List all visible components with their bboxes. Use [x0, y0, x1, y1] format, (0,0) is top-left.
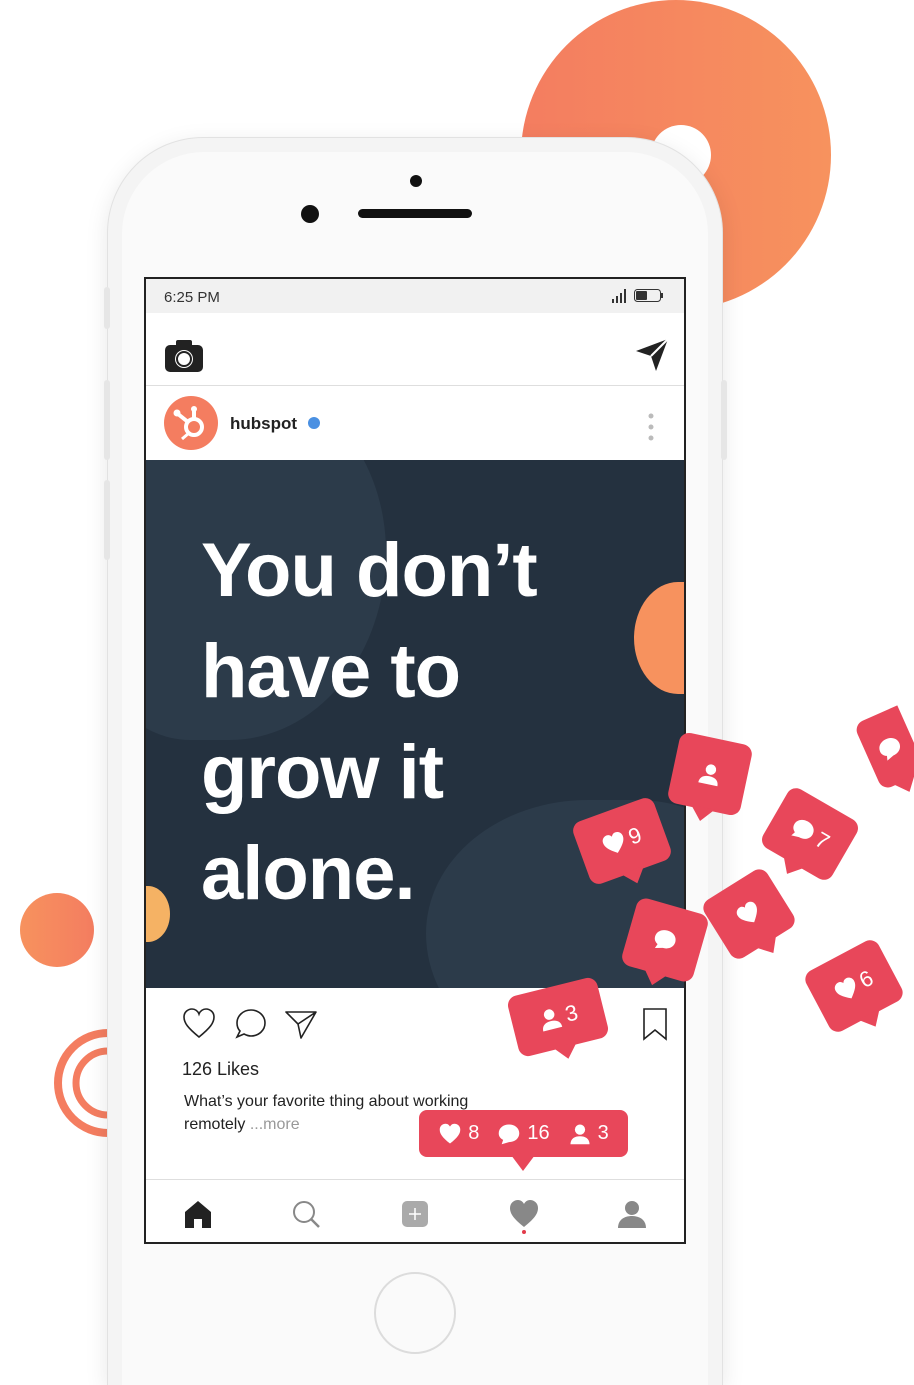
home-icon[interactable]	[182, 1198, 214, 1230]
headline-line: grow it	[201, 730, 444, 815]
signal-icon	[612, 289, 626, 303]
volume-up-button	[104, 380, 110, 460]
like-heart-icon[interactable]	[182, 1007, 216, 1041]
status-bar: 6:25 PM	[146, 279, 684, 313]
avatar[interactable]	[164, 396, 218, 450]
post-image[interactable]: You don’t have to grow it alone.	[146, 460, 684, 988]
caption-more-link[interactable]: ...more	[250, 1116, 300, 1133]
summary-comments-count: 16	[527, 1122, 550, 1144]
summary-likes: 8	[438, 1122, 479, 1145]
share-send-icon[interactable]	[284, 1007, 318, 1041]
activity-indicator-dot	[522, 1230, 526, 1234]
comment-bubble-icon	[879, 738, 901, 761]
summary-likes-count: 8	[468, 1122, 480, 1144]
volume-down-button	[104, 480, 110, 560]
proximity-sensor	[301, 205, 319, 223]
profile-icon[interactable]	[616, 1198, 648, 1230]
comment-icon[interactable]	[234, 1007, 268, 1041]
post-headline: You don’t have to grow it alone.	[201, 520, 641, 924]
earpiece-speaker	[358, 209, 472, 218]
home-button[interactable]	[374, 1272, 456, 1354]
summary-followers-count: 3	[597, 1122, 609, 1144]
comments-notification-bubble: 7	[758, 784, 862, 884]
likes-count[interactable]: 126 Likes	[182, 1059, 259, 1080]
add-post-icon[interactable]	[399, 1198, 431, 1230]
user-icon	[698, 764, 718, 787]
comment-bubble-icon	[654, 930, 676, 949]
app-top-bar	[146, 313, 684, 386]
heart-icon	[439, 1123, 461, 1144]
likes-notification-bubble-6: 6	[801, 936, 907, 1036]
activity-summary-bubble[interactable]: 8 16 3	[419, 1110, 628, 1171]
activity-heart-icon[interactable]	[508, 1198, 540, 1230]
partial-notification-bubble	[853, 705, 914, 791]
follower-notification-bubble	[666, 731, 754, 817]
followers-count-badge: 3	[562, 999, 581, 1027]
summary-followers: 3	[568, 1122, 609, 1145]
heart-icon	[602, 832, 624, 853]
app-screen: 6:25 PM hubspot You don’t have to grow i…	[144, 277, 686, 1244]
summary-comments: 16	[497, 1122, 550, 1145]
power-button	[721, 380, 727, 460]
hubspot-logo-icon	[173, 406, 204, 441]
status-time: 6:25 PM	[164, 289, 220, 306]
camera-icon[interactable]	[164, 339, 204, 373]
search-icon[interactable]	[290, 1198, 322, 1230]
mute-switch	[104, 287, 110, 329]
battery-icon	[634, 289, 663, 302]
bookmark-icon[interactable]	[638, 1007, 672, 1041]
post-username[interactable]: hubspot	[230, 414, 297, 434]
more-options-icon[interactable]	[644, 412, 658, 442]
user-icon	[570, 1123, 590, 1144]
verified-badge-icon	[308, 417, 320, 429]
headline-line: have to	[201, 629, 461, 714]
user-icon	[542, 1009, 563, 1032]
headline-line: You don’t	[201, 528, 538, 613]
front-camera	[410, 175, 422, 187]
post-header: hubspot	[146, 386, 684, 460]
comment-bubble-icon	[499, 1123, 520, 1144]
direct-message-icon[interactable]	[634, 337, 670, 373]
heart-icon	[736, 901, 757, 923]
decorative-small-circle	[20, 893, 94, 967]
bottom-navigation	[146, 1179, 684, 1242]
